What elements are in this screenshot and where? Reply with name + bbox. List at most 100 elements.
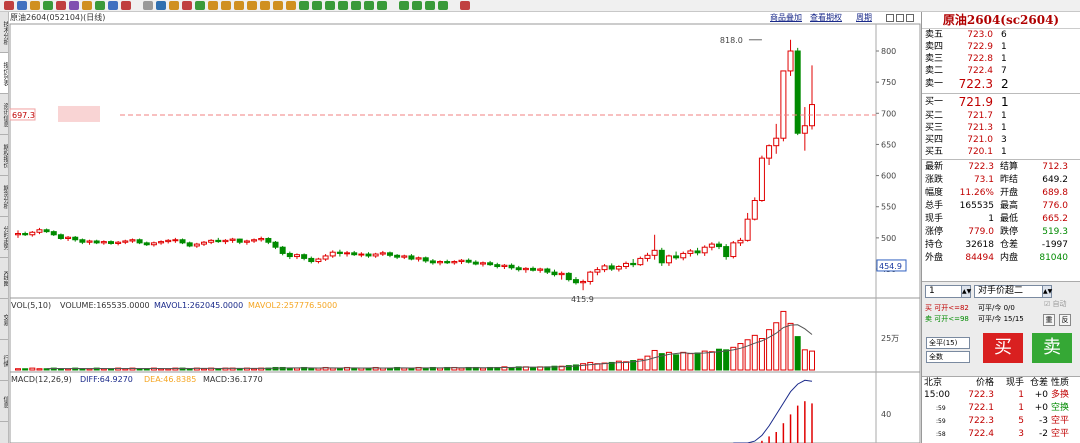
tick-price: 722.3 xyxy=(968,390,994,400)
bid-level[interactable]: 买二 721.7 1 xyxy=(922,110,1080,122)
stepper-arrows-icon[interactable]: ▲▼ xyxy=(961,286,971,297)
bid-level[interactable]: 买四 721.0 3 xyxy=(922,134,1080,146)
ask-level[interactable]: 卖四 722.9 1 xyxy=(922,41,1080,53)
volume-bar xyxy=(723,349,730,371)
candle[interactable] xyxy=(136,238,143,245)
tick-row: :59 722.1 1 +0 空换 xyxy=(922,402,1080,415)
tick-time: :58 xyxy=(936,431,946,438)
candle[interactable] xyxy=(780,70,787,142)
stats-table: 最新 722.3 结算 712.3 涨跌 73.1 昨结 649.2 幅度 11.26% 开盘 689… xyxy=(922,161,1080,265)
ask-level[interactable]: 卖二 722.4 7 xyxy=(922,65,1080,77)
bid-level[interactable]: 买三 721.3 1 xyxy=(922,122,1080,134)
price-tick-label: 750 xyxy=(881,78,896,87)
vol-header-volume: VOLUME:165535.0000 xyxy=(60,301,150,310)
level-price: 721.7 xyxy=(967,111,993,121)
ask-level[interactable]: 卖三 722.8 1 xyxy=(922,53,1080,65)
stat-label: 仓差 xyxy=(1000,240,1019,250)
col-time: 北京 xyxy=(924,378,943,388)
level-label: 买四 xyxy=(925,135,944,145)
col-volume: 现手 xyxy=(1005,378,1024,388)
candle[interactable] xyxy=(50,230,57,237)
volume-bar xyxy=(422,367,429,371)
stat-label: 最低 xyxy=(1000,214,1019,224)
reset-button[interactable]: 重 xyxy=(1043,314,1055,326)
level-quantity: 2 xyxy=(1001,77,1009,91)
tick-volume: 3 xyxy=(1018,429,1024,439)
stat-value: 84494 xyxy=(965,253,994,263)
all-quantity-button[interactable]: 全数 xyxy=(926,351,970,363)
candle[interactable] xyxy=(794,47,801,136)
tick-nature: 空换 xyxy=(1051,403,1070,413)
tick-time: :59 xyxy=(936,405,946,412)
candle[interactable] xyxy=(179,238,186,245)
candle[interactable] xyxy=(565,272,572,282)
volume-bar xyxy=(794,336,801,371)
volume-bar xyxy=(623,361,630,371)
level-label: 买一 xyxy=(925,97,944,107)
volume-bar xyxy=(580,363,587,371)
vol-header-mavol2: MAVOL2:257776.5000 xyxy=(248,301,337,310)
candle[interactable] xyxy=(730,240,737,259)
level-price: 721.0 xyxy=(967,135,993,145)
candle[interactable] xyxy=(658,247,665,266)
stat-label: 外盘 xyxy=(925,253,944,263)
stat-row: 幅度 11.26% 开盘 689.8 xyxy=(922,187,1080,200)
stat-label: 涨跌 xyxy=(925,175,944,185)
candle[interactable] xyxy=(637,256,644,266)
candle[interactable] xyxy=(751,197,758,221)
macd-header-dea: DEA:46.8385 xyxy=(144,375,196,384)
candle[interactable] xyxy=(57,233,64,240)
level-label: 卖二 xyxy=(925,66,944,76)
high-price-label: 818.0 xyxy=(720,36,743,45)
chart-canvas[interactable]: 800750700650600550500450697.3818.0415.94… xyxy=(0,0,921,443)
stat-value: 779.0 xyxy=(968,227,994,237)
stat-label: 内盘 xyxy=(1000,253,1019,263)
quantity-stepper[interactable]: 1 ▲▼ xyxy=(925,285,971,298)
volume-bar xyxy=(680,351,687,371)
candle[interactable] xyxy=(186,241,193,248)
ask-level[interactable]: 卖一 722.3 2 xyxy=(922,77,1080,92)
candle[interactable] xyxy=(758,155,765,202)
tick-time: :59 xyxy=(936,418,946,425)
col-nature: 性质 xyxy=(1051,378,1070,388)
level-quantity: 1 xyxy=(1001,123,1007,133)
volume-bar xyxy=(787,322,794,371)
candle[interactable] xyxy=(279,245,286,256)
stat-value: 649.2 xyxy=(1042,175,1068,185)
stat-row: 持仓 32618 仓差 -1997 xyxy=(922,239,1080,252)
volume-bar xyxy=(286,367,293,371)
level-label: 卖三 xyxy=(925,54,944,64)
stat-label: 持仓 xyxy=(925,240,944,250)
bid-level[interactable]: 买一 721.9 1 xyxy=(922,95,1080,110)
reverse-button[interactable]: 反 xyxy=(1059,314,1071,326)
level-label: 卖一 xyxy=(925,79,944,89)
volume-bar xyxy=(758,338,765,371)
stat-value: 776.0 xyxy=(1042,201,1068,211)
stat-value: 519.3 xyxy=(1042,227,1068,237)
macd-header-diff: DIFF:64.9270 xyxy=(80,375,133,384)
buy-button[interactable]: 买 xyxy=(983,333,1023,363)
volume-bar xyxy=(329,367,336,371)
price-type-select[interactable]: 对手价超二 ▲▼ xyxy=(974,285,1052,298)
level-quantity: 1 xyxy=(1001,111,1007,121)
chevron-down-icon[interactable]: ▲▼ xyxy=(1042,286,1052,297)
auto-checkbox-label[interactable]: ☑ 自动 xyxy=(1044,300,1067,309)
volume-axis-label: 25万 xyxy=(881,334,899,343)
level-price: 722.9 xyxy=(967,42,993,52)
stat-label: 最高 xyxy=(1000,201,1019,211)
ask-level[interactable]: 卖五 723.0 6 xyxy=(922,29,1080,41)
sell-close-info: 可平/今 15/15 xyxy=(978,315,1024,323)
volume-bar xyxy=(694,352,701,371)
order-area: 1 ▲▼ 对手价超二 ▲▼ ☑ 自动 买 可开<=82 卖 可开<=98 可平/… xyxy=(922,281,1080,376)
sell-button[interactable]: 卖 xyxy=(1032,333,1072,363)
stat-label: 结算 xyxy=(1000,162,1019,172)
close-all-button[interactable]: 全平(15) xyxy=(926,337,970,349)
level-label: 买五 xyxy=(925,147,944,157)
volume-bar xyxy=(766,329,773,371)
stat-label: 涨停 xyxy=(925,227,944,237)
price-tick-label: 600 xyxy=(881,172,896,181)
quote-panel: 原油2604(sc2604) 卖五 723.0 6 卖四 722.9 1 卖三 722.8 1 卖… xyxy=(921,12,1080,443)
bid-level[interactable]: 买五 720.1 1 xyxy=(922,146,1080,158)
level-price: 722.8 xyxy=(967,54,993,64)
level-quantity: 6 xyxy=(1001,30,1007,40)
